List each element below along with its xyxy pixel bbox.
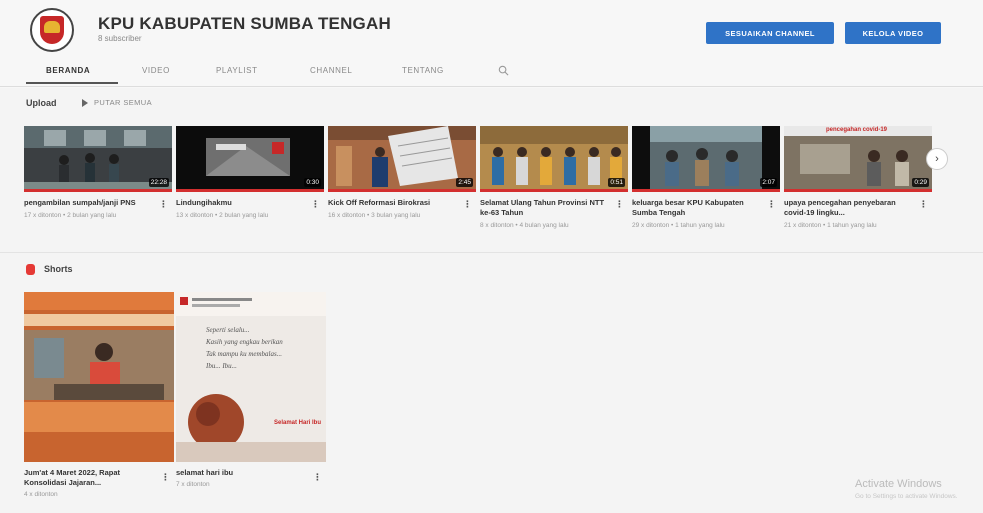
channel-avatar[interactable] <box>30 8 74 52</box>
more-options-icon[interactable]: ⋮ <box>615 199 624 210</box>
tab-channel[interactable]: CHANNEL <box>310 66 352 75</box>
video-card[interactable]: 0:30 Lindungihakmu 13 x ditonton • 2 bul… <box>176 126 324 219</box>
video-thumbnail[interactable]: 2:45 <box>328 126 476 192</box>
video-meta: 13 x ditonton • 2 bulan yang lalu <box>176 212 269 219</box>
search-icon[interactable] <box>498 65 509 76</box>
carousel-next-button[interactable]: › <box>926 148 948 170</box>
activate-windows-title: Activate Windows <box>855 478 942 490</box>
video-card[interactable]: 2:07 keluarga besar KPU Kabupaten Sumba … <box>632 126 780 229</box>
video-duration: 2:45 <box>456 178 473 187</box>
watch-progress-bar <box>24 189 172 192</box>
upload-section-title: Upload <box>26 98 57 108</box>
video-card[interactable]: 0:51 Selamat Ulang Tahun Provinsi NTT ke… <box>480 126 628 229</box>
video-card[interactable]: pencegahan covid-19 0:29 upaya pencegaha… <box>784 126 932 229</box>
thumbnail-image <box>176 126 324 192</box>
video-duration: 0:51 <box>608 178 625 187</box>
watch-progress-bar <box>176 189 324 192</box>
watch-progress-bar <box>632 189 780 192</box>
video-duration: 0:30 <box>304 178 321 187</box>
video-title[interactable]: pengambilan sumpah/janji PNS <box>24 198 172 208</box>
short-thumbnail[interactable] <box>24 292 174 462</box>
video-title[interactable]: Selamat Ulang Tahun Provinsi NTT ke-63 T… <box>480 198 628 218</box>
video-thumbnail[interactable]: 0:30 <box>176 126 324 192</box>
play-all-button[interactable]: PUTAR SEMUA <box>82 98 152 107</box>
section-divider <box>0 252 983 253</box>
tab-tentang[interactable]: TENTANG <box>402 66 444 75</box>
tab-video[interactable]: VIDEO <box>142 66 170 75</box>
channel-title: KPU KABUPATEN SUMBA TENGAH <box>98 14 391 33</box>
video-meta: 21 x ditonton • 1 tahun yang lalu <box>784 222 877 229</box>
channel-tabs: BERANDA VIDEO PLAYLIST CHANNEL TENTANG <box>0 62 983 84</box>
more-options-icon[interactable]: ⋮ <box>159 199 168 210</box>
video-duration: 22:28 <box>148 178 169 187</box>
shorts-section-title: Shorts <box>44 264 73 274</box>
video-title[interactable]: keluarga besar KPU Kabupaten Sumba Tenga… <box>632 198 780 218</box>
video-duration: 2:07 <box>760 178 777 187</box>
video-title[interactable]: Lindungihakmu <box>176 198 324 208</box>
video-duration: 0:29 <box>912 178 929 187</box>
more-options-icon[interactable]: ⋮ <box>919 199 928 210</box>
thumbnail-banner-text: pencegahan covid-19 <box>826 127 888 133</box>
video-card[interactable]: 2:45 Kick Off Reformasi Birokrasi 16 x d… <box>328 126 476 219</box>
activate-windows-subtitle: Go to Settings to activate Windows. <box>855 493 958 500</box>
short-card[interactable]: Seperti selalu... Kasih yang engkau beri… <box>176 292 326 488</box>
video-thumbnail[interactable]: 2:07 <box>632 126 780 192</box>
chevron-right-icon: › <box>935 153 939 165</box>
more-options-icon[interactable]: ⋮ <box>463 199 472 210</box>
more-options-icon[interactable]: ⋮ <box>313 472 322 483</box>
thumbnail-image <box>632 126 780 192</box>
header-divider <box>0 86 983 87</box>
video-thumbnail[interactable]: 22:28 <box>24 126 172 192</box>
short-title[interactable]: Jum'at 4 Maret 2022, Rapat Konsolidasi J… <box>24 468 174 488</box>
video-thumbnail[interactable]: 0:51 <box>480 126 628 192</box>
thumbnail-image <box>328 126 476 192</box>
subscriber-count: 8 subscriber <box>98 34 142 43</box>
video-title[interactable]: upaya pencegahan penyebaran covid-19 lin… <box>784 198 932 218</box>
video-meta: 8 x ditonton • 4 bulan yang lalu <box>480 222 569 229</box>
short-meta: 7 x ditonton <box>176 481 210 488</box>
video-thumbnail[interactable]: pencegahan covid-19 0:29 <box>784 126 932 192</box>
short-thumbnail[interactable]: Seperti selalu... Kasih yang engkau beri… <box>176 292 326 462</box>
video-card[interactable]: 22:28 pengambilan sumpah/janji PNS 17 x … <box>24 126 172 219</box>
play-icon <box>82 98 88 107</box>
watch-progress-bar <box>328 189 476 192</box>
video-meta: 17 x ditonton • 2 bulan yang lalu <box>24 212 117 219</box>
short-poem-text: Seperti selalu... Kasih yang engkau beri… <box>206 326 283 370</box>
video-meta: 29 x ditonton • 1 tahun yang lalu <box>632 222 725 229</box>
customize-channel-button[interactable]: SESUAIKAN CHANNEL <box>706 22 834 44</box>
thumbnail-image <box>24 292 174 462</box>
short-card[interactable]: Jum'at 4 Maret 2022, Rapat Konsolidasi J… <box>24 292 174 498</box>
watch-progress-bar <box>784 189 932 192</box>
play-all-label: PUTAR SEMUA <box>94 98 153 107</box>
short-title[interactable]: selamat hari ibu <box>176 468 326 478</box>
thumbnail-image <box>480 126 628 192</box>
tab-beranda[interactable]: BERANDA <box>46 66 90 75</box>
video-meta: 16 x ditonton • 3 bulan yang lalu <box>328 212 421 219</box>
more-options-icon[interactable]: ⋮ <box>161 472 170 483</box>
more-options-icon[interactable]: ⋮ <box>767 199 776 210</box>
garuda-logo-icon <box>44 21 60 33</box>
thumbnail-image <box>784 126 932 192</box>
tab-playlist[interactable]: PLAYLIST <box>216 66 258 75</box>
manage-videos-button[interactable]: KELOLA VIDEO <box>845 22 941 44</box>
channel-header: KPU KABUPATEN SUMBA TENGAH 8 subscriber … <box>0 0 983 88</box>
more-options-icon[interactable]: ⋮ <box>311 199 320 210</box>
thumbnail-image <box>176 292 326 462</box>
shorts-icon <box>26 264 35 275</box>
active-tab-indicator <box>26 82 118 84</box>
video-title[interactable]: Kick Off Reformasi Birokrasi <box>328 198 476 208</box>
short-meta: 4 x ditonton <box>24 491 58 498</box>
short-greeting-text: Selamat Hari Ibu <box>274 420 322 426</box>
watch-progress-bar <box>480 189 628 192</box>
